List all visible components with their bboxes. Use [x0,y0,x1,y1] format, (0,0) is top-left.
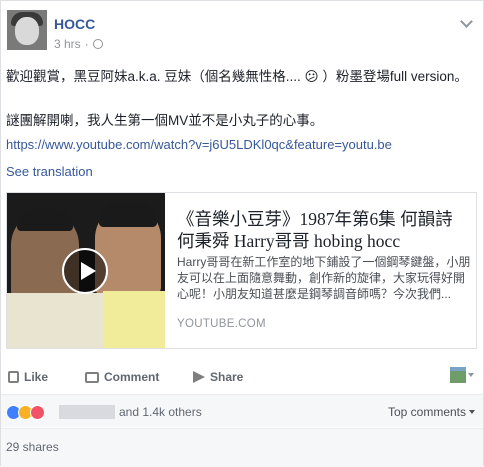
author-name[interactable]: HOCC [54,16,95,32]
play-icon[interactable] [62,248,108,294]
top-comments-label: Top comments [387,405,466,419]
comment-button[interactable]: Comment [85,370,159,384]
thumbnail-hair-right [99,203,157,227]
facebook-post: HOCC 3 hrs · 歡迎觀賞，黑豆阿妹a.k.a. 豆妹（個名幾無性格..… [0,0,484,467]
thumbnail-shirt-right [103,291,165,348]
thumbnail-hair-left [17,209,73,231]
avatar[interactable] [7,10,47,50]
comment-label: Comment [104,370,160,384]
post-link[interactable]: https://www.youtube.com/watch?v=j6U5LDKl… [6,137,392,152]
love-reaction-icon[interactable] [30,405,45,420]
viewer-selector[interactable] [450,367,474,383]
post-options-chevron-icon[interactable] [460,15,473,28]
globe-icon [92,39,103,49]
post-actions: Like Comment Share [1,364,483,392]
avatar-face [15,17,39,45]
caret-down-icon [469,410,475,414]
reactions-bar: and 1.4k others Top comments [1,395,483,427]
see-translation-link[interactable]: See translation [6,164,93,179]
top-comments-dropdown[interactable]: Top comments [388,405,475,419]
card-title[interactable]: 《音樂小豆芽》1987年第6集 何韻詩 何秉舜 Harry哥哥 hobing h… [177,208,472,252]
video-thumbnail[interactable] [7,193,165,348]
thumbs-up-icon [8,371,19,383]
share-label: Share [210,370,244,384]
share-icon [193,371,205,383]
post-text-line1: 歡迎觀賞，黑豆阿妹a.k.a. 豆妹（個名幾無性格.... 😕 ）粉墨登場ful… [6,69,468,84]
reaction-count-text[interactable]: and 1.4k others [119,405,202,419]
shares-row: 29 shares [1,428,483,467]
blurred-reactor-name[interactable] [59,405,115,419]
like-label: Like [24,370,49,384]
comment-icon [85,371,99,383]
post-text-line2: 謎團解開喇，我人生第一個MV並不是小丸子的心事。 [6,113,324,128]
caret-down-icon [468,373,474,377]
post-time[interactable]: 3 hrs [54,37,81,51]
link-preview-card[interactable]: 《音樂小豆芽》1987年第6集 何韻詩 何秉舜 Harry哥哥 hobing h… [6,192,477,349]
card-domain: YOUTUBE.COM [177,318,266,330]
card-description: Harry哥哥在新工作室的地下鋪設了一個鋼琴鍵盤，小朋友可以在上面隨意舞動，創作… [177,255,471,301]
share-button[interactable]: Share [193,370,243,384]
like-button[interactable]: Like [8,370,48,384]
shares-count[interactable]: 29 shares [6,440,59,454]
viewer-avatar [450,367,466,383]
post-meta: 3 hrs · [54,37,103,51]
